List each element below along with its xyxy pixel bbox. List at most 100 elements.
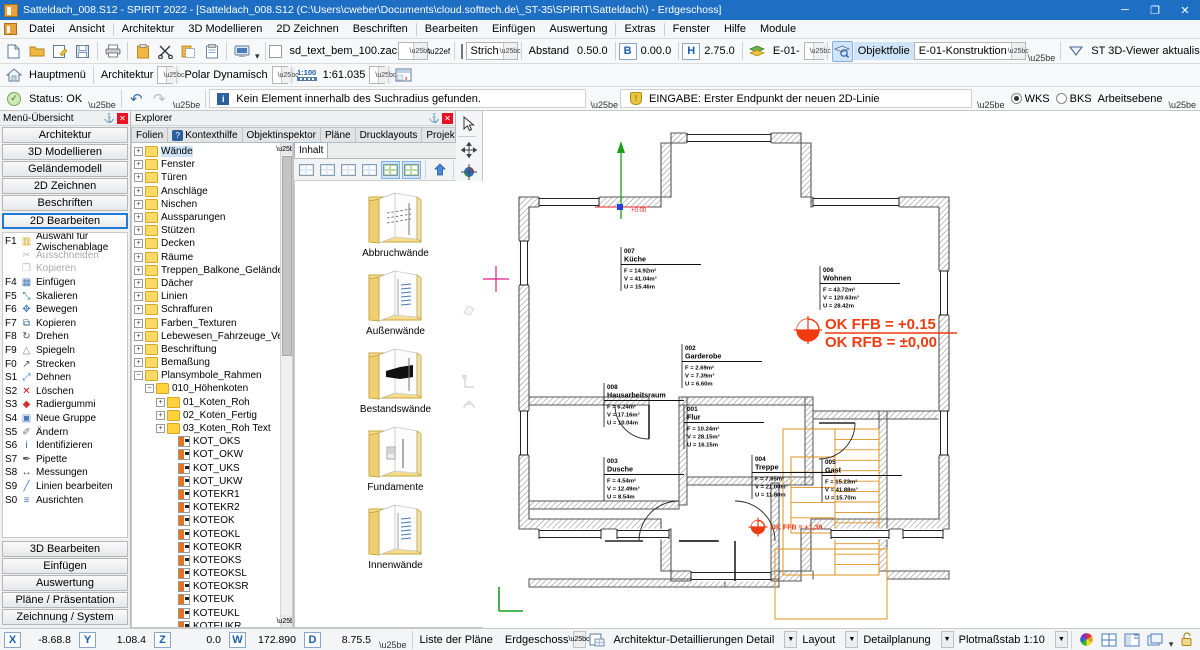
detailplanung-select-arrow[interactable]: ▼: [845, 631, 859, 648]
tree-node[interactable]: + Farben_Texturen: [134, 316, 292, 329]
menu-auswertung[interactable]: Auswertung: [542, 21, 614, 37]
tree-node[interactable]: +03_Koten_Roh Text: [134, 422, 292, 435]
tree-expand-icon[interactable]: +: [134, 226, 143, 236]
tree-expand-icon[interactable]: +: [134, 292, 143, 302]
tree-node[interactable]: KOTEUKL: [134, 607, 292, 620]
detaillierung-select[interactable]: Architektur-Detaillierungen Detail: [609, 634, 785, 646]
tree-node[interactable]: KOTEOKR: [134, 541, 292, 554]
line-type-combo[interactable]: Strich \u25bc: [465, 42, 521, 60]
category-gel-ndemodell[interactable]: Geländemodell: [2, 161, 128, 177]
tree-expand-icon[interactable]: +: [134, 278, 143, 288]
explorer-tab-objektinspektor[interactable]: Objektinspektor: [241, 127, 321, 142]
room-label-005[interactable]: 005GastF = 15.23m²V = 41.88m³U = 15.70m: [821, 458, 902, 502]
home-menu-icon[interactable]: [3, 65, 24, 86]
input-overflow-icon[interactable]: \u25be: [975, 100, 1007, 110]
command-radiergummi[interactable]: S3 ◆ Radiergummi: [3, 398, 127, 412]
tree-expand-icon[interactable]: +: [134, 147, 143, 157]
color-wheel-cross-icon[interactable]: [458, 161, 480, 182]
category-2d-zeichnen[interactable]: 2D Zeichnen: [2, 178, 128, 194]
window-layout-options-icon[interactable]: ▾: [1167, 639, 1176, 650]
view-large-icons-icon[interactable]: [381, 160, 400, 179]
coord-value-x[interactable]: -8.68.8: [23, 634, 77, 646]
explorer-tab-projekte[interactable]: Projekte: [421, 127, 455, 142]
tree-node[interactable]: KOTEOKSL: [134, 567, 292, 580]
unlock-icon[interactable]: [1176, 629, 1197, 650]
plotmassstab-select[interactable]: Plotmaßstab 1:10: [954, 634, 1055, 646]
restore-button[interactable]: ❐: [1140, 0, 1170, 20]
menu-einf-gen[interactable]: Einfügen: [485, 21, 542, 37]
category-beschriften[interactable]: Beschriften: [2, 195, 128, 211]
layer-stack-icon[interactable]: [747, 41, 768, 62]
view-small-icons-icon[interactable]: [339, 161, 358, 179]
tree-node[interactable]: + Lebewesen_Fahrzeuge_Vegetation: [134, 330, 292, 343]
menu-extras[interactable]: Extras: [617, 21, 662, 37]
explorer-tab-folien[interactable]: Folien: [131, 127, 169, 142]
command-auswahl-f-r-zwischenablage[interactable]: F1 ▥ Auswahl für Zwischenablage: [3, 233, 127, 253]
coord-options-icon[interactable]: \u25be: [377, 640, 409, 650]
view-thumbnails-icon[interactable]: [402, 160, 421, 179]
room-label-003[interactable]: 003DuscheF = 4.54m²V = 12.49m³U = 8.54m: [603, 457, 684, 501]
tree-node[interactable]: + Linien: [134, 290, 292, 303]
wks-radio[interactable]: [1010, 93, 1022, 104]
undo-history-icon[interactable]: \u25be: [171, 100, 203, 110]
tree-node[interactable]: KOTEOKSR: [134, 580, 292, 593]
explorer-pin-icon[interactable]: ⚓: [429, 113, 440, 124]
plot-options-icon[interactable]: ▾: [253, 51, 262, 62]
room-label-002[interactable]: 002GarderobeF = 2.69m²V = 7.39m³U = 6.60…: [681, 344, 762, 388]
coord-value-d[interactable]: 8.75.5: [323, 634, 377, 646]
minimize-button[interactable]: ─: [1110, 0, 1140, 20]
tree-node[interactable]: + Schraffuren: [134, 303, 292, 316]
explorer-tab-kontexthilfe[interactable]: ? Kontexthilfe: [167, 127, 243, 142]
tree-expand-icon[interactable]: +: [134, 252, 143, 262]
tree-node[interactable]: KOTEOK: [134, 514, 292, 527]
menu-3d-modellieren[interactable]: 3D Modellieren: [181, 21, 269, 37]
command-bewegen[interactable]: F6 ✥ Bewegen: [3, 303, 127, 317]
up-folder-icon[interactable]: [430, 161, 449, 179]
coord-value-y[interactable]: 1.08.4: [98, 634, 152, 646]
command-messungen[interactable]: S8 ↔ Messungen: [3, 466, 127, 480]
tree-collapse-icon[interactable]: −: [134, 371, 143, 381]
tree-node[interactable]: + Räume: [134, 251, 292, 264]
tree-expand-icon[interactable]: +: [134, 239, 143, 249]
tree-expand-icon[interactable]: +: [134, 305, 143, 315]
tree-node[interactable]: +01_Koten_Roh: [134, 396, 292, 409]
tree-node[interactable]: − Plansymbole_Rahmen: [134, 369, 292, 382]
room-label-006[interactable]: 006WohnenF = 43.72m²V = 120.63m³U = 28.4…: [819, 266, 900, 310]
command-pipette[interactable]: S7 ✒ Pipette: [3, 453, 127, 467]
menu-2d-zeichnen[interactable]: 2D Zeichnen: [269, 21, 345, 37]
room-label-001[interactable]: 001FlurF = 10.24m²V = 28.15m³U = 16.15m: [683, 405, 764, 449]
category-einf-gen[interactable]: Einfügen: [2, 558, 128, 574]
input-mode-combo[interactable]: \u25bc: [271, 66, 299, 84]
breite-value[interactable]: 0.00.0: [637, 45, 676, 57]
redo-icon[interactable]: ↷: [149, 88, 170, 109]
tree-expand-icon[interactable]: +: [156, 397, 165, 407]
style-file-options-button[interactable]: \u22ef: [428, 41, 450, 62]
category-auswertung[interactable]: Auswertung: [2, 575, 128, 591]
cut-scissors-icon[interactable]: [155, 41, 176, 62]
tree-expand-icon[interactable]: +: [134, 186, 143, 196]
coord-value-z[interactable]: 0.0: [173, 634, 227, 646]
tree-node[interactable]: KOTEOKS: [134, 554, 292, 567]
bks-radio[interactable]: [1055, 93, 1067, 104]
command-drehen[interactable]: F8 ↻ Drehen: [3, 330, 127, 344]
hoehe-value[interactable]: 2.75.0: [700, 45, 739, 57]
plan-list-value[interactable]: Erdgeschoss: [497, 634, 573, 646]
menu-app-icon[interactable]: [4, 23, 17, 35]
tree-node[interactable]: + Bemaßung: [134, 356, 292, 369]
arbeitsebene-label[interactable]: Arbeitsebene: [1098, 93, 1163, 105]
grid-view-icon[interactable]: [1099, 629, 1120, 650]
undo-icon[interactable]: ↶: [126, 88, 147, 109]
tree-node[interactable]: KOTEUK: [134, 593, 292, 606]
new-file-icon[interactable]: [3, 41, 24, 62]
command-strecken[interactable]: F0 ↗ Strecken: [3, 357, 127, 371]
command-dehnen[interactable]: S1 ⤢ Dehnen: [3, 371, 127, 385]
tab-inhalt[interactable]: Inhalt: [294, 142, 329, 158]
command-einf-gen[interactable]: F4 ▦ Einfügen: [3, 276, 127, 290]
tree-expand-icon[interactable]: +: [134, 199, 143, 209]
category-3d-modellieren[interactable]: 3D Modellieren: [2, 144, 128, 160]
plotmassstab-arrow[interactable]: ▼: [1054, 631, 1068, 648]
coordsys-overflow-icon[interactable]: \u25be: [1166, 100, 1198, 110]
abstand-value[interactable]: 0.50.0: [573, 45, 612, 57]
menu-architektur[interactable]: Architektur: [115, 21, 182, 37]
tree-node[interactable]: + Fenster: [134, 158, 292, 171]
